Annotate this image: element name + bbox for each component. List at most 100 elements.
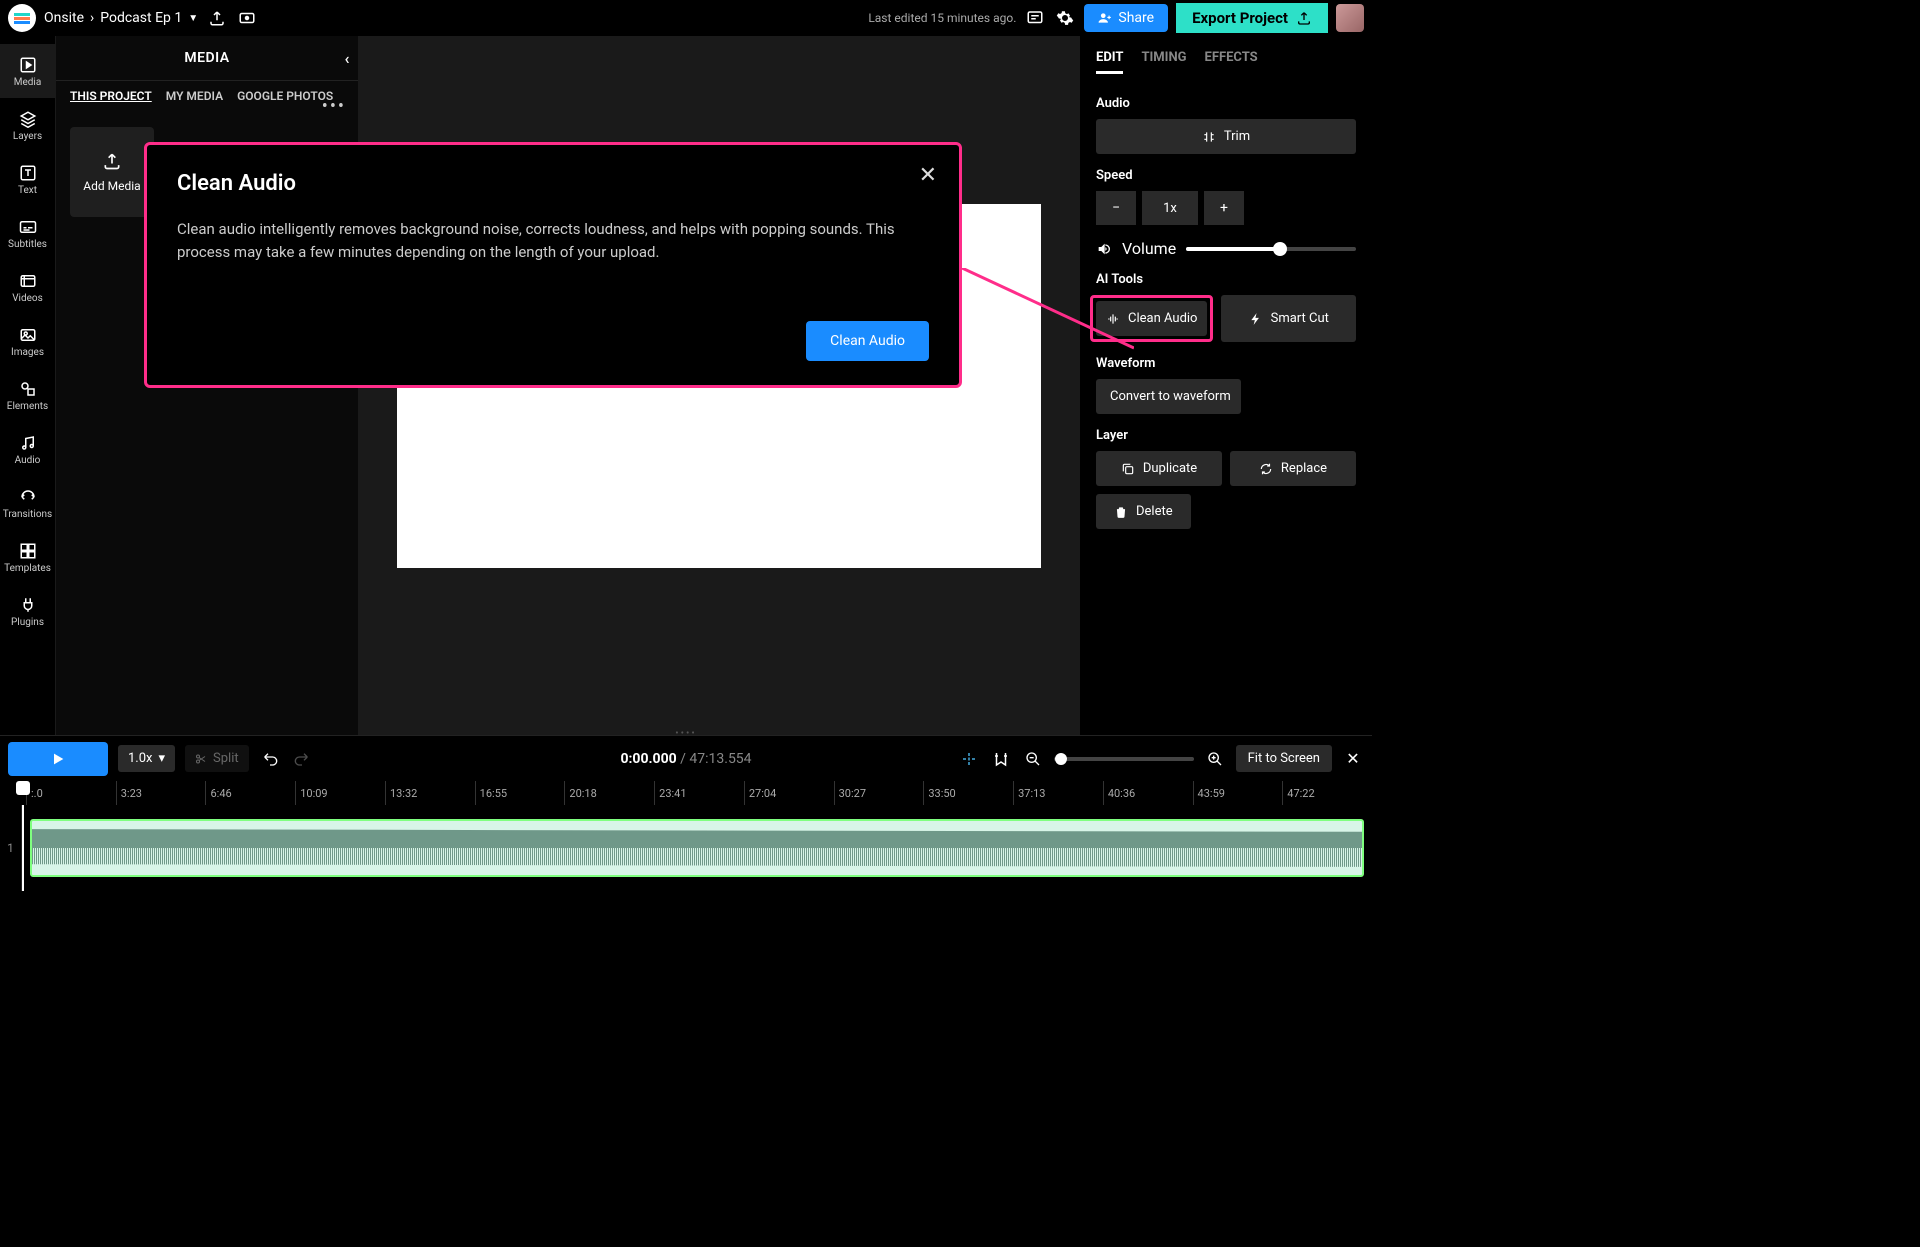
audio-clip[interactable] xyxy=(30,819,1364,877)
nav-rail: Media Layers Text Subtitles Videos Image… xyxy=(0,36,56,735)
ruler-tick: 10:09 xyxy=(295,781,385,805)
section-layer: Layer xyxy=(1096,428,1356,443)
add-media-button[interactable]: Add Media xyxy=(70,127,154,217)
layers-icon xyxy=(18,109,38,129)
duplicate-button[interactable]: Duplicate xyxy=(1096,451,1222,486)
trim-icon xyxy=(1202,130,1216,144)
gear-icon[interactable] xyxy=(1054,7,1076,29)
collapse-panel-icon[interactable]: ‹ xyxy=(345,49,350,68)
split-button[interactable]: Split xyxy=(185,745,249,772)
bolt-icon xyxy=(1249,312,1263,326)
breadcrumb-title[interactable]: Podcast Ep 1 xyxy=(100,10,182,26)
replace-icon xyxy=(1259,462,1273,476)
nav-item-videos[interactable]: Videos xyxy=(0,260,56,314)
redo-icon[interactable] xyxy=(291,748,313,770)
right-panel: EDIT TIMING EFFECTS Audio Trim Speed − 1… xyxy=(1080,36,1372,735)
templates-icon xyxy=(18,541,38,561)
undo-icon[interactable] xyxy=(259,748,281,770)
zoom-level-button[interactable]: 1.0x ▾ xyxy=(118,745,175,772)
record-icon[interactable] xyxy=(236,7,258,29)
volume-label: Volume xyxy=(1122,239,1176,258)
time-display: 0:00.000 / 47:13.554 xyxy=(620,751,751,767)
modal-body: Clean audio intelligently removes backgr… xyxy=(177,218,929,263)
export-icon xyxy=(1296,10,1312,26)
ruler-tick: 47:22 xyxy=(1282,781,1372,805)
snap-icon[interactable] xyxy=(958,748,980,770)
nav-item-layers[interactable]: Layers xyxy=(0,98,56,152)
comments-icon[interactable] xyxy=(1024,7,1046,29)
share-button[interactable]: Share xyxy=(1084,4,1168,32)
media-tabs: THIS PROJECT MY MEDIA GOOGLE PHOTOS xyxy=(56,80,358,113)
clean-audio-button[interactable]: Clean Audio xyxy=(1096,301,1207,336)
app-header: Onsite › Podcast Ep 1 ▼ Last edited 15 m… xyxy=(0,0,1372,36)
playhead[interactable] xyxy=(22,805,24,891)
nav-item-media[interactable]: Media xyxy=(0,44,56,98)
drag-handle-icon[interactable]: •••• xyxy=(675,728,697,739)
track-body[interactable] xyxy=(22,805,1372,891)
upload-icon[interactable] xyxy=(206,7,228,29)
person-add-icon xyxy=(1098,11,1112,25)
markers-icon[interactable] xyxy=(990,748,1012,770)
speed-stepper: − 1x + xyxy=(1096,191,1356,225)
right-panel-tabs: EDIT TIMING EFFECTS xyxy=(1096,36,1356,82)
elements-icon xyxy=(18,379,38,399)
nav-item-transitions[interactable]: Transitions xyxy=(0,476,56,530)
waveform-icon xyxy=(1106,312,1120,326)
zoom-slider[interactable] xyxy=(1054,757,1194,761)
nav-item-elements[interactable]: Elements xyxy=(0,368,56,422)
ruler-tick: 23:41 xyxy=(654,781,744,805)
volume-row: Volume xyxy=(1096,239,1356,258)
zoom-in-icon[interactable] xyxy=(1204,748,1226,770)
delete-button[interactable]: Delete xyxy=(1096,494,1191,529)
trash-icon xyxy=(1114,505,1128,519)
avatar[interactable] xyxy=(1336,4,1364,32)
app-logo[interactable] xyxy=(8,4,36,32)
nav-item-templates[interactable]: Templates xyxy=(0,530,56,584)
media-tab-this-project[interactable]: THIS PROJECT xyxy=(70,89,152,103)
export-button[interactable]: Export Project xyxy=(1176,3,1328,33)
speed-decrease-button[interactable]: − xyxy=(1096,191,1136,225)
close-icon[interactable]: ✕ xyxy=(919,163,937,188)
convert-waveform-button[interactable]: Convert to waveform xyxy=(1096,379,1241,414)
nav-item-text[interactable]: Text xyxy=(0,152,56,206)
last-edited-text: Last edited 15 minutes ago. xyxy=(868,11,1016,25)
nav-item-audio[interactable]: Audio xyxy=(0,422,56,476)
modal-title: Clean Audio xyxy=(177,171,929,196)
nav-item-plugins[interactable]: Plugins xyxy=(0,584,56,638)
breadcrumb-parent[interactable]: Onsite xyxy=(44,10,84,26)
scissors-icon xyxy=(195,753,207,765)
media-tab-my-media[interactable]: MY MEDIA xyxy=(166,89,223,103)
highlight-clean-audio: Clean Audio xyxy=(1090,295,1213,342)
speed-increase-button[interactable]: + xyxy=(1204,191,1244,225)
clean-audio-confirm-button[interactable]: Clean Audio xyxy=(806,321,929,361)
zoom-out-icon[interactable] xyxy=(1022,748,1044,770)
media-tab-google-photos[interactable]: GOOGLE PHOTOS xyxy=(237,89,333,103)
nav-item-subtitles[interactable]: Subtitles xyxy=(0,206,56,260)
ruler-tick: 3:23 xyxy=(116,781,206,805)
transitions-icon xyxy=(18,487,38,507)
section-speed: Speed xyxy=(1096,168,1356,183)
ruler-tick: 20:18 xyxy=(564,781,654,805)
nav-item-images[interactable]: Images xyxy=(0,314,56,368)
ruler-tick: 27:04 xyxy=(744,781,834,805)
track-number[interactable]: 1 xyxy=(0,805,22,891)
track-area: 1 xyxy=(0,805,1372,891)
fit-to-screen-button[interactable]: Fit to Screen xyxy=(1236,745,1332,772)
smart-cut-button[interactable]: Smart Cut xyxy=(1221,295,1356,342)
timeline-ruler[interactable]: :.0 3:23 6:46 10:09 13:32 16:55 20:18 23… xyxy=(0,781,1372,805)
tab-effects[interactable]: EFFECTS xyxy=(1205,50,1258,74)
volume-slider[interactable] xyxy=(1186,247,1356,251)
chevron-down-icon[interactable]: ▼ xyxy=(188,13,198,24)
tab-edit[interactable]: EDIT xyxy=(1096,50,1123,74)
trim-button[interactable]: Trim xyxy=(1096,119,1356,154)
media-icon xyxy=(18,55,38,75)
volume-icon xyxy=(1096,241,1112,257)
tab-timing[interactable]: TIMING xyxy=(1141,50,1186,74)
replace-button[interactable]: Replace xyxy=(1230,451,1356,486)
ruler-tick: :.0 xyxy=(26,781,116,805)
speed-value[interactable]: 1x xyxy=(1142,191,1198,225)
close-icon[interactable]: ✕ xyxy=(1342,748,1364,770)
breadcrumb: Onsite › Podcast Ep 1 ▼ xyxy=(44,10,198,26)
play-button[interactable] xyxy=(8,742,108,776)
media-menu-icon[interactable]: ••• xyxy=(322,96,346,117)
